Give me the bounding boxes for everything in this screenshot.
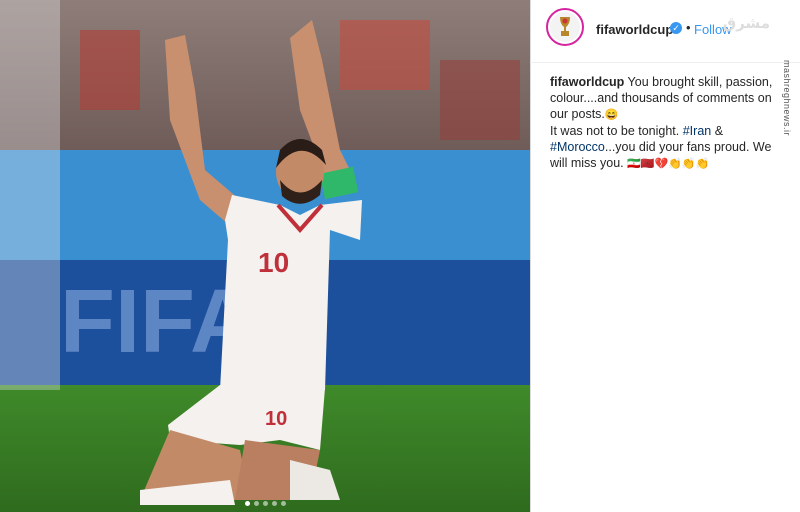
watermark-site: mashreghnews.ir: [782, 60, 792, 137]
world-cup-trophy-icon: [550, 12, 580, 42]
hashtag-iran[interactable]: #Iran: [683, 124, 712, 138]
grin-emoji: 😄: [604, 109, 619, 121]
caption-username[interactable]: fifaworldcup: [550, 75, 624, 89]
carousel-dot[interactable]: [253, 501, 259, 506]
header-username[interactable]: fifaworldcup: [596, 22, 673, 37]
caption-text: It was not to be tonight.: [550, 124, 683, 138]
carousel-dots: [0, 501, 530, 506]
watermark-logo: مشرق: [722, 14, 770, 32]
shorts-number: 10: [265, 408, 287, 430]
header-separator: •: [686, 20, 691, 35]
post-caption: fifaworldcup You brought skill, passion,…: [550, 74, 790, 172]
flags-clap-emoji: 🇮🇷🇲🇦💔👏👏👏: [627, 158, 710, 170]
hashtag-morocco[interactable]: #Morocco: [550, 140, 605, 154]
panel-divider: [530, 0, 531, 512]
avatar[interactable]: [546, 8, 584, 46]
verified-check-icon: ✓: [670, 22, 682, 34]
carousel-dot[interactable]: [280, 501, 286, 506]
jersey-number: 10: [258, 247, 289, 278]
post-side-panel: fifaworldcup ✓ • Follow fifaworldcup You…: [530, 0, 800, 512]
carousel-dot[interactable]: [262, 501, 268, 506]
carousel-dot[interactable]: [271, 501, 277, 506]
post-photo[interactable]: FIFA 10 10: [0, 0, 530, 512]
player-celebration-image: FIFA 10 10: [0, 0, 530, 512]
caption-text: &: [711, 124, 724, 138]
carousel-dot[interactable]: [244, 501, 250, 506]
